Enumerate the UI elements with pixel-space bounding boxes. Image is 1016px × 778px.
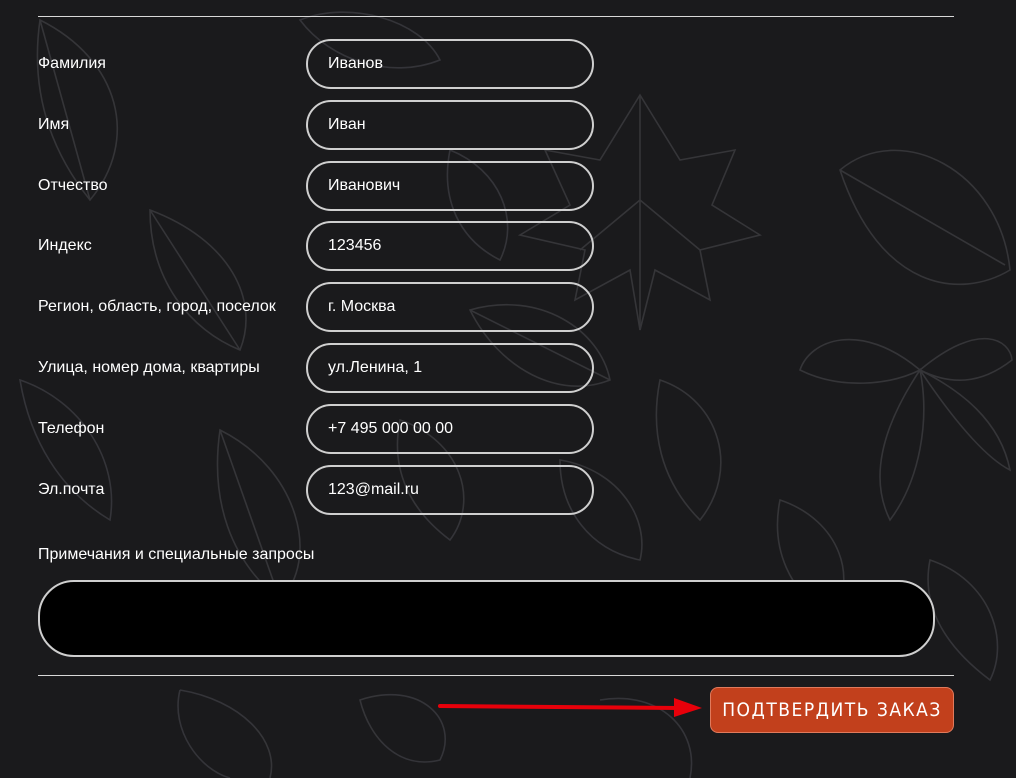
email-input[interactable]: [306, 465, 594, 515]
street-label: Улица, номер дома, квартиры: [38, 359, 260, 376]
lastname-input[interactable]: [306, 39, 594, 89]
region-input[interactable]: [306, 282, 594, 332]
form-row-lastname: Фамилия: [38, 39, 598, 89]
phone-label: Телефон: [38, 420, 105, 437]
form-row-postal-code: Индекс: [38, 221, 598, 271]
form-row-phone: Телефон: [38, 404, 598, 454]
patronymic-input[interactable]: [306, 161, 594, 211]
postal-code-input[interactable]: [306, 221, 594, 271]
form-row-email: Эл.почта: [38, 465, 598, 515]
lastname-label: Фамилия: [38, 55, 106, 72]
region-label: Регион, область, город, поселок: [38, 298, 276, 315]
phone-input[interactable]: [306, 404, 594, 454]
firstname-input[interactable]: [306, 100, 594, 150]
form-row-street: Улица, номер дома, квартиры: [38, 343, 598, 393]
arrow-right-icon: [438, 698, 702, 717]
patronymic-label: Отчество: [38, 177, 108, 194]
form-row-region: Регион, область, город, поселок: [38, 282, 598, 332]
firstname-label: Имя: [38, 116, 70, 133]
notes-label: Примечания и специальные запросы: [38, 546, 315, 563]
notes-textarea[interactable]: [38, 580, 935, 657]
postal-code-label: Индекс: [38, 237, 92, 254]
email-label: Эл.почта: [38, 481, 105, 498]
top-divider: [38, 16, 954, 17]
bottom-divider: [38, 675, 954, 676]
form-row-firstname: Имя: [38, 100, 598, 150]
form-row-patronymic: Отчество: [38, 161, 598, 211]
confirm-order-button[interactable]: ПОДТВЕРДИТЬ ЗАКАЗ: [710, 687, 954, 733]
street-input[interactable]: [306, 343, 594, 393]
